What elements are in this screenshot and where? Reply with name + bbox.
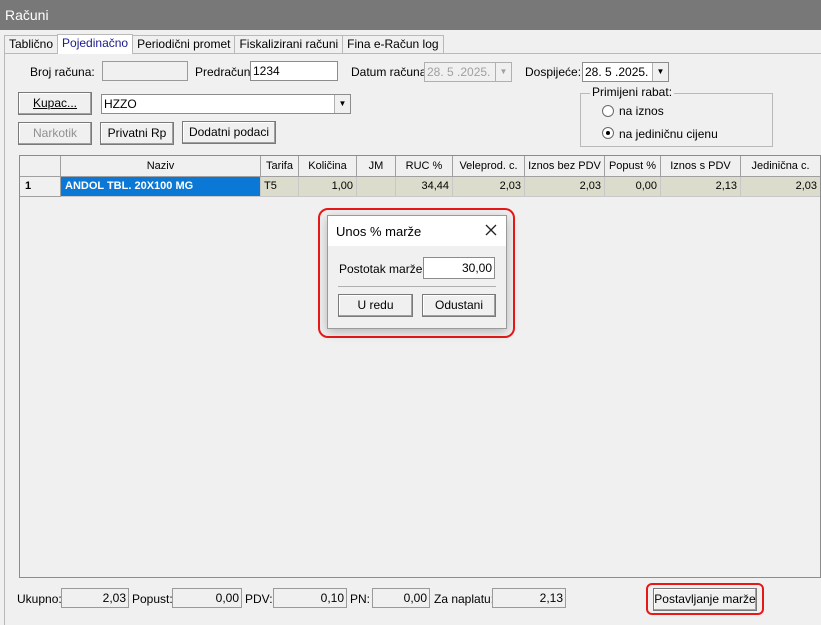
col-naziv[interactable]: Naziv [61,156,261,177]
tab-tablicno[interactable]: Tablično [4,35,59,54]
cell-iznos-bez-pdv[interactable]: 2,03 [525,177,605,197]
window-title: Računi [0,0,821,30]
datum-racuna-value: 28. 5 .2025. [427,65,491,79]
close-icon[interactable] [485,224,497,236]
postavljanje-marze-button[interactable]: Postavljanje marže [653,588,757,611]
pn-value: 0,00 [372,588,430,608]
col-veleprod[interactable]: Veleprod. c. [453,156,525,177]
dospijece-field[interactable]: 28. 5 .2025. ▼ [582,62,669,82]
tab-fiskalizirani-racuni[interactable]: Fiskalizirani računi [234,35,344,54]
odustani-button[interactable]: Odustani [422,294,496,317]
broj-racuna-field[interactable] [102,61,188,81]
cell-ruc[interactable]: 34,44 [396,177,453,197]
chevron-down-icon: ▼ [495,63,511,81]
broj-racuna-label: Broj računa: [30,65,95,79]
cell-popust[interactable]: 0,00 [605,177,661,197]
cell-iznos-s-pdv[interactable]: 2,13 [661,177,741,197]
dodatni-podaci-button[interactable]: Dodatni podaci [182,121,276,144]
margin-dialog: Unos % marže Postotak marže: 30,00 U red… [327,215,507,329]
za-naplatu-value: 2,13 [492,588,566,608]
col-jm[interactable]: JM [357,156,396,177]
col-popust[interactable]: Popust % [605,156,661,177]
privatni-rp-button[interactable]: Privatni Rp [100,122,174,145]
datum-racuna-label: Datum računa: [351,65,430,79]
predracun-label: Predračun: [195,65,254,79]
dialog-divider [338,286,496,287]
narkotik-button[interactable]: Narkotik [18,122,92,145]
col-iznos-s-pdv[interactable]: Iznos s PDV [661,156,741,177]
cell-kolicina[interactable]: 1,00 [299,177,357,197]
kupac-value: HZZO [104,97,137,111]
rabat-title: Primijeni rabat: [590,85,675,99]
tab-pojedinacno[interactable]: Pojedinačno [57,34,134,54]
predracun-field[interactable]: 1234 [250,61,338,81]
grid-header: Naziv Tarifa Količina JM RUC % Veleprod.… [20,156,820,177]
za-naplatu-label: Za naplatu: [434,592,495,606]
dospijece-label: Dospijeće: [525,65,582,79]
kupac-combobox[interactable]: HZZO ▼ [101,94,351,114]
popust-value: 0,00 [172,588,242,608]
dialog-title: Unos % marže [336,224,422,239]
tab-strip: Tablično Pojedinačno Periodični promet F… [4,34,444,54]
postotak-marze-label: Postotak marže: [339,262,426,276]
radio-na-jedinicnu-cijenu[interactable] [602,127,614,139]
col-jedinicna[interactable]: Jedinična c. [741,156,820,177]
radio-na-jedinicnu-cijenu-label[interactable]: na jediničnu cijenu [619,126,718,142]
chevron-down-icon[interactable]: ▼ [334,95,350,113]
tab-fina-e-racun-log[interactable]: Fina e-Račun log [342,35,444,54]
datum-racuna-field: 28. 5 .2025. ▼ [424,62,512,82]
radio-na-iznos-label[interactable]: na iznos [619,103,664,119]
dospijece-value: 28. 5 .2025. [585,65,649,79]
col-tarifa[interactable]: Tarifa [261,156,299,177]
pdv-value: 0,10 [273,588,347,608]
pdv-label: PDV: [245,592,273,606]
cell-jm[interactable] [357,177,396,197]
cell-naziv[interactable]: ANDOL TBL. 20X100 MG [61,177,261,197]
pn-label: PN: [350,592,371,606]
row-number: 1 [20,177,61,197]
cell-tarifa[interactable]: T5 [261,177,299,197]
popust-label: Popust: [132,592,173,606]
radio-na-iznos[interactable] [602,105,614,117]
table-row[interactable]: 1 ANDOL TBL. 20X100 MG T5 1,00 34,44 2,0… [20,177,820,197]
col-ruc[interactable]: RUC % [396,156,453,177]
dialog-titlebar: Unos % marže [328,216,506,246]
ukupno-label: Ukupno: [17,592,62,606]
cell-jedinicna[interactable]: 2,03 [741,177,820,197]
cell-veleprod[interactable]: 2,03 [453,177,525,197]
ukupno-value: 2,03 [61,588,129,608]
grid-corner [20,156,61,177]
postotak-marze-input[interactable]: 30,00 [423,257,495,279]
col-iznos-bez-pdv[interactable]: Iznos bez PDV [525,156,605,177]
kupac-button[interactable]: Kupac... [18,92,92,115]
tab-periodicni-promet[interactable]: Periodični promet [132,35,236,54]
col-kolicina[interactable]: Količina [299,156,357,177]
u-redu-button[interactable]: U redu [338,294,413,317]
chevron-down-icon[interactable]: ▼ [652,63,668,81]
